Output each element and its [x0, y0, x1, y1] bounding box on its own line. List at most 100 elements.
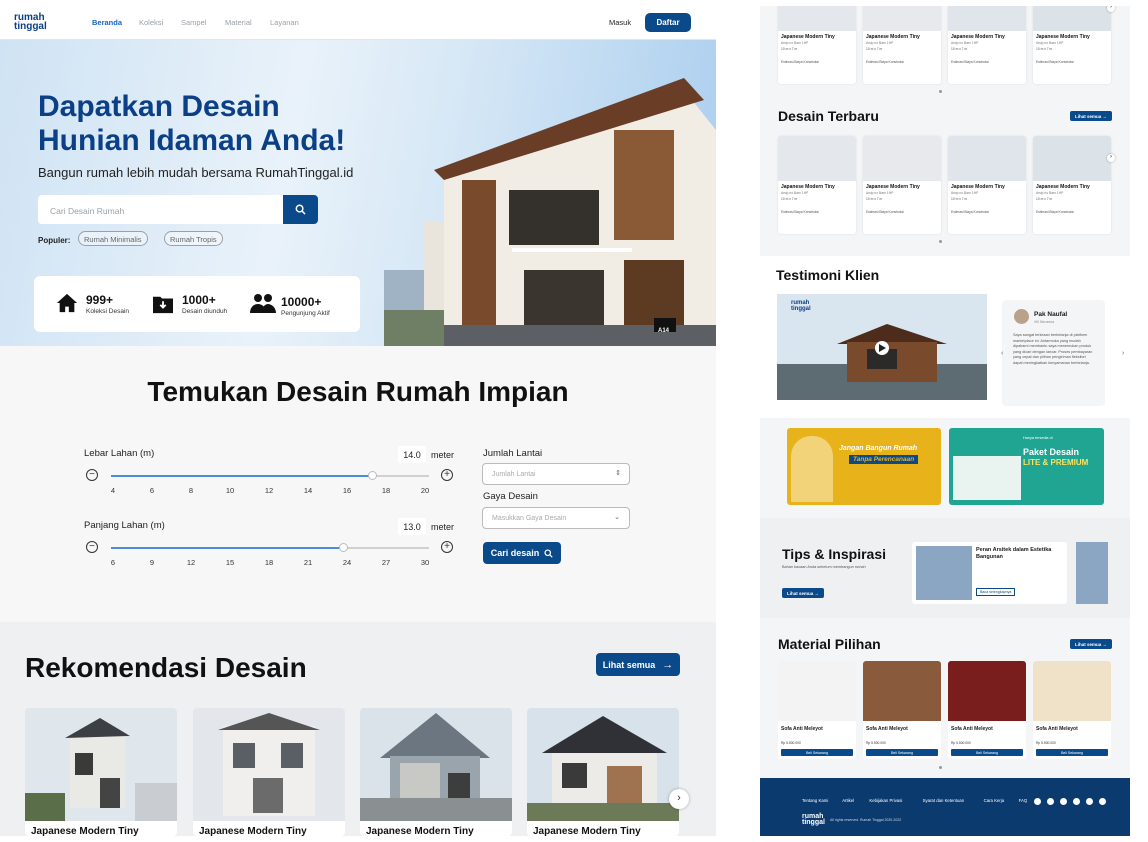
- nav-beranda[interactable]: Beranda: [92, 18, 122, 27]
- length-plus-button[interactable]: +: [441, 541, 453, 553]
- material-card[interactable]: Sofa Anti Meleyot Rp 5.500.000 Beli Sekara…: [948, 661, 1026, 759]
- floors-placeholder: Jumlah Lantai: [492, 471, 536, 478]
- hero-search-button[interactable]: [283, 195, 318, 224]
- buy-now-button[interactable]: Beli Sekarang: [951, 749, 1023, 756]
- buy-now-button[interactable]: Beli Sekarang: [1036, 749, 1108, 756]
- design-card[interactable]: Japanese Modern Tiny Arsip no Barn 1HP 10 …: [948, 6, 1026, 84]
- slider-tick-label: 6: [149, 486, 155, 495]
- see-all-button[interactable]: Lihat semua →: [782, 588, 824, 598]
- material-price: Rp 5.500.000: [781, 741, 801, 745]
- carousel-dot[interactable]: [939, 90, 942, 93]
- width-minus-button[interactable]: −: [86, 469, 98, 481]
- material-title: Material Pilihan: [778, 636, 881, 652]
- see-all-button[interactable]: Lihat semua →: [1070, 111, 1112, 121]
- length-unit: meter: [431, 522, 455, 532]
- slider-tick-label: 18: [264, 558, 274, 567]
- material-card[interactable]: Sofa Anti Meleyot Rp 5.500.000 Beli Sekara…: [778, 661, 856, 759]
- carousel-dot[interactable]: [939, 240, 942, 243]
- slider-tick-label: 24: [342, 558, 352, 567]
- banner-line-1: Jangan Bangun Rumah: [839, 445, 918, 452]
- prev-arrow-icon[interactable]: ‹: [1001, 350, 1003, 357]
- design-cost: Estimasi Biaya Konstruksi: [1036, 210, 1074, 214]
- facebook-icon[interactable]: [1034, 798, 1041, 805]
- popular-chip[interactable]: Rumah Minimalis: [78, 231, 148, 246]
- nav-layanan[interactable]: Layanan: [270, 18, 299, 27]
- design-card[interactable]: Japanese Modern Tiny: [360, 708, 512, 836]
- style-label: Gaya Desain: [483, 491, 538, 502]
- footer-link[interactable]: FAQ: [1019, 798, 1028, 803]
- register-button[interactable]: Daftar: [645, 13, 691, 32]
- design-card[interactable]: Japanese Modern Tiny Arsip no Barn 1HP 10 …: [863, 136, 941, 234]
- hero-search-input[interactable]: Cari Desain Rumah: [38, 195, 283, 224]
- pinterest-icon[interactable]: [1073, 798, 1080, 805]
- site-logo[interactable]: rumah tinggal: [14, 13, 47, 32]
- find-design-button[interactable]: Cari desain: [483, 542, 561, 564]
- design-dimensions: 10 m x 7 m: [866, 47, 883, 51]
- design-subtitle: Arsip no Barn 1HP: [781, 191, 809, 195]
- length-value[interactable]: 13.0: [398, 518, 426, 535]
- article-card-partial[interactable]: [1076, 542, 1108, 604]
- nav-material[interactable]: Material: [225, 18, 252, 27]
- design-card[interactable]: Japanese Modern Tiny: [527, 708, 679, 836]
- youtube-icon[interactable]: [1099, 798, 1106, 805]
- design-card[interactable]: Japanese Modern Tiny: [193, 708, 345, 836]
- carousel-next-button[interactable]: ›: [669, 789, 689, 809]
- design-card[interactable]: Japanese Modern Tiny Arsip no Barn 1HP 10 …: [863, 6, 941, 84]
- instagram-icon[interactable]: [1060, 798, 1067, 805]
- promo-banner-package[interactable]: Hanya tersedia di Paket Desain LITE & PR…: [949, 428, 1104, 505]
- material-card[interactable]: Sofa Anti Meleyot Rp 5.500.000 Beli Sekara…: [863, 661, 941, 759]
- slider-tick-label: 21: [303, 558, 313, 567]
- footer-link[interactable]: Cara Kerja: [984, 798, 1005, 803]
- hero-title: Dapatkan Desain Hunian Idaman Anda!: [38, 90, 398, 158]
- length-slider-handle[interactable]: [339, 543, 349, 552]
- width-plus-button[interactable]: +: [441, 469, 453, 481]
- length-minus-button[interactable]: −: [86, 541, 98, 553]
- footer-logo[interactable]: rumah tinggal: [802, 813, 825, 826]
- width-slider-handle[interactable]: [367, 471, 377, 480]
- design-image: [1033, 6, 1111, 31]
- stats-box: 999+ Koleksi Desain 1000+ Desain diunduh…: [34, 276, 360, 332]
- carousel-dot[interactable]: [939, 766, 942, 769]
- article-card[interactable]: Peran Arsitek dalam Estetika Bangunan Ba…: [912, 542, 1067, 604]
- design-card[interactable]: Japanese Modern Tiny Arsip no Barn 1HP 10 …: [948, 136, 1026, 234]
- buy-now-button[interactable]: Beli Sekarang: [866, 749, 938, 756]
- see-all-button[interactable]: Lihat semua →: [1070, 639, 1112, 649]
- design-card[interactable]: Japanese Modern Tiny Arsip no Barn 1HP 10 …: [778, 6, 856, 84]
- footer-link[interactable]: Artikel: [842, 798, 854, 803]
- floors-select[interactable]: Jumlah Lantai ⇕: [482, 463, 630, 485]
- design-card[interactable]: Japanese Modern Tiny Arsip no Barn 1HP 10 …: [1033, 136, 1111, 234]
- nav-sampel[interactable]: Sampel: [181, 18, 206, 27]
- design-card[interactable]: Japanese Modern Tiny Arsip no Barn 1HP 10 …: [1033, 6, 1111, 84]
- popular-chip[interactable]: Rumah Tropis: [164, 231, 223, 246]
- carousel-next-button[interactable]: ›: [1107, 154, 1115, 162]
- testimonial-video[interactable]: rumah tinggal: [777, 294, 987, 400]
- width-value[interactable]: 14.0: [398, 446, 426, 463]
- next-arrow-icon[interactable]: ›: [1122, 350, 1124, 357]
- read-more-button[interactable]: Baca selengkapnya: [976, 588, 1016, 596]
- recommendation-section: Rekomendasi Desain Lihat semua → Japanes…: [0, 622, 716, 836]
- material-image: [863, 661, 941, 721]
- length-slider-fill: [111, 547, 344, 549]
- see-all-button[interactable]: Lihat semua →: [596, 653, 680, 676]
- footer-link[interactable]: Syarat dan Ketentuan: [923, 798, 965, 803]
- logo-line-2: tinggal: [14, 21, 47, 32]
- chevron-down-icon: ⌄: [614, 514, 620, 521]
- design-image: [25, 708, 177, 821]
- login-link[interactable]: Masuk: [609, 18, 631, 27]
- design-card[interactable]: Japanese Modern Tiny Arsip no Barn 1HP 10 …: [778, 136, 856, 234]
- design-card[interactable]: Japanese Modern Tiny: [25, 708, 177, 836]
- design-image: [778, 136, 856, 181]
- footer-link[interactable]: Tentang Kami: [802, 798, 828, 803]
- find-design-label: Cari desain: [490, 548, 540, 558]
- material-card[interactable]: Sofa Anti Meleyot Rp 5.500.000 Beli Sekara…: [1033, 661, 1111, 759]
- banner-line-2: Tanpa Perencanaan: [849, 455, 919, 464]
- buy-now-button[interactable]: Beli Sekarang: [781, 749, 853, 756]
- material-image: [1033, 661, 1111, 721]
- style-select[interactable]: Masukkan Gaya Desain ⌄: [482, 507, 630, 529]
- twitter-icon[interactable]: [1047, 798, 1054, 805]
- footer-link[interactable]: Kebijakan Privasi: [869, 798, 902, 803]
- promo-banner-planning[interactable]: Jangan Bangun Rumah Tanpa Perencanaan: [787, 428, 941, 505]
- nav-koleksi[interactable]: Koleksi: [139, 18, 163, 27]
- linkedin-icon[interactable]: [1086, 798, 1093, 805]
- carousel-next-button[interactable]: ›: [1107, 6, 1115, 12]
